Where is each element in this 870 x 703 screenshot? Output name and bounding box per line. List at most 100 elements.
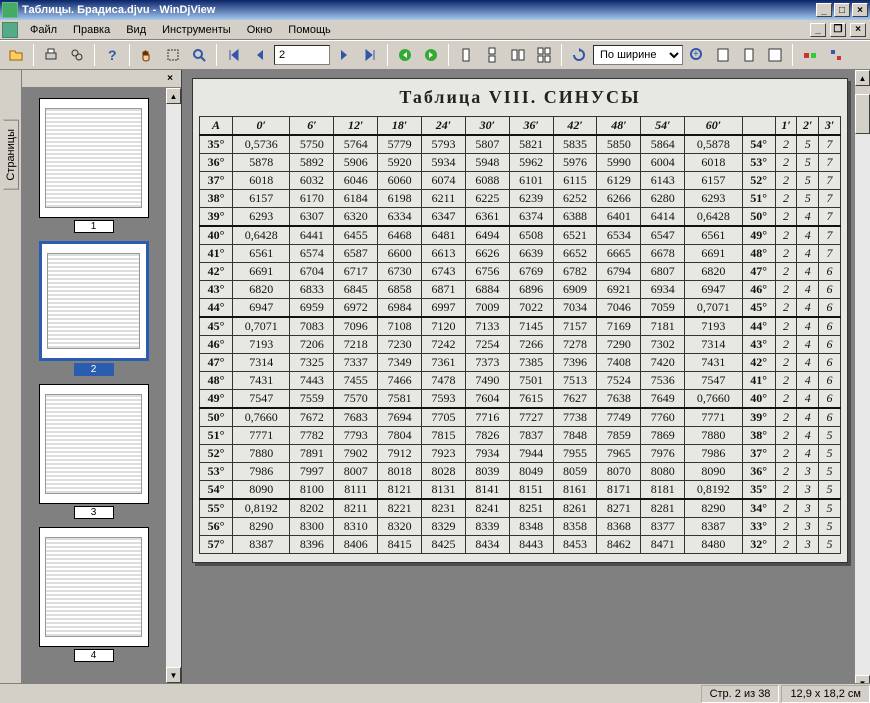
mdi-minimize-button[interactable]: _	[810, 23, 826, 37]
maximize-button[interactable]: □	[834, 3, 850, 17]
table-header: 12′	[334, 117, 378, 136]
document-scrollbar[interactable]: ▲ ▼	[854, 70, 870, 683]
close-button[interactable]: ×	[852, 3, 868, 17]
actual-size-icon[interactable]	[763, 43, 787, 67]
rotate-icon[interactable]	[567, 43, 591, 67]
print-icon[interactable]	[39, 43, 63, 67]
nav-forward-icon[interactable]	[419, 43, 443, 67]
table-header: 60′	[685, 117, 742, 136]
scroll-up-icon[interactable]: ▲	[166, 88, 181, 104]
table-row: 57°8387839684068415842584348443845384628…	[200, 536, 841, 554]
thumbnail-list: 1234	[22, 88, 165, 683]
zoom-in-icon[interactable]: +	[685, 43, 709, 67]
mdi-restore-button[interactable]: ❐	[830, 23, 846, 37]
fit-width-icon[interactable]	[711, 43, 735, 67]
table-row: 51°7771778277937804781578267837784878597…	[200, 427, 841, 445]
table-header: 24′	[422, 117, 466, 136]
thumbnail-header: ×	[22, 70, 181, 88]
table-row: 41°6561657465876600661366266639665266656…	[200, 245, 841, 263]
status-bar: Стр. 2 из 38 12,9 x 18,2 см	[0, 683, 870, 703]
status-page: Стр. 2 из 38	[701, 685, 780, 703]
page-title: Таблица VIII. СИНУСЫ	[199, 87, 841, 108]
export-icon[interactable]	[798, 43, 822, 67]
app-icon	[2, 2, 18, 18]
menu-help[interactable]: Помощь	[280, 22, 339, 38]
zoom-select[interactable]: По ширине	[593, 45, 683, 65]
table-row: 48°7431744374557466747874907501751375247…	[200, 372, 841, 390]
thumbnail-label: 4	[74, 649, 114, 662]
thumbnail-label: 2	[74, 363, 114, 376]
next-page-icon[interactable]	[332, 43, 356, 67]
toolbar: ? По ширине +	[0, 40, 870, 70]
thumbnail-label: 3	[74, 506, 114, 519]
table-row: 50°0,76607672768376947705771677277738774…	[200, 408, 841, 427]
thumbnail-page-1[interactable]	[39, 98, 149, 218]
scroll-down-icon[interactable]: ▼	[166, 667, 181, 683]
doc-icon	[2, 22, 18, 38]
table-row: 44°6947695969726984699770097022703470467…	[200, 299, 841, 318]
table-header: 18′	[378, 117, 422, 136]
table-header: 48′	[597, 117, 641, 136]
table-header: 30′	[465, 117, 509, 136]
table-row: 47°7314732573377349736173737385739674087…	[200, 354, 841, 372]
continuous-icon[interactable]	[480, 43, 504, 67]
nav-back-icon[interactable]	[393, 43, 417, 67]
thumbnail-panel: × 1234 ▲ ▼	[22, 70, 182, 683]
page-number-input[interactable]	[274, 45, 330, 65]
continuous-facing-icon[interactable]	[532, 43, 556, 67]
table-header: 3′	[819, 117, 841, 136]
help-icon[interactable]: ?	[100, 43, 124, 67]
table-row: 42°6691670467176730674367566769678267946…	[200, 263, 841, 281]
first-page-icon[interactable]	[222, 43, 246, 67]
table-header: 6′	[290, 117, 334, 136]
prev-page-icon[interactable]	[248, 43, 272, 67]
menu-edit[interactable]: Правка	[65, 22, 118, 38]
find-icon[interactable]	[65, 43, 89, 67]
open-icon[interactable]	[4, 43, 28, 67]
thumbnail-page-4[interactable]	[39, 527, 149, 647]
scroll-up-icon[interactable]: ▲	[855, 70, 870, 86]
table-row: 46°7193720672187230724272547266727872907…	[200, 336, 841, 354]
sidebar-tab-strip: Страницы	[0, 70, 22, 683]
hand-icon[interactable]	[135, 43, 159, 67]
table-row: 43°6820683368456858687168846896690969216…	[200, 281, 841, 299]
menu-bar: Файл Правка Вид Инструменты Окно Помощь …	[0, 20, 870, 40]
window-title: Таблицы. Брадиса.djvu - WinDjView	[22, 4, 814, 16]
menu-file[interactable]: Файл	[22, 22, 65, 38]
facing-icon[interactable]	[506, 43, 530, 67]
fit-page-icon[interactable]	[737, 43, 761, 67]
scroll-thumb[interactable]	[855, 94, 870, 134]
svg-text:?: ?	[108, 47, 117, 63]
last-page-icon[interactable]	[358, 43, 382, 67]
menu-window[interactable]: Окно	[239, 22, 281, 38]
menu-view[interactable]: Вид	[118, 22, 154, 38]
svg-text:+: +	[693, 49, 699, 60]
mdi-close-button[interactable]: ×	[850, 23, 866, 37]
scroll-down-icon[interactable]: ▼	[855, 675, 870, 683]
table-row: 38°6157617061846198621162256239625262666…	[200, 190, 841, 208]
magnifier-icon[interactable]	[187, 43, 211, 67]
table-header	[742, 117, 775, 136]
main-area: Страницы × 1234 ▲ ▼ Таблица VIII. СИНУСЫ…	[0, 70, 870, 683]
minimize-button[interactable]: _	[816, 3, 832, 17]
sidebar-tab-pages[interactable]: Страницы	[3, 120, 19, 190]
table-row: 56°8290830083108320832983398348835883688…	[200, 518, 841, 536]
table-row: 37°6018603260466060607460886101611561296…	[200, 172, 841, 190]
table-header: A	[200, 117, 233, 136]
table-header: 0′	[232, 117, 289, 136]
document-viewport[interactable]: Таблица VIII. СИНУСЫ A0′6′12′18′24′30′36…	[182, 70, 870, 683]
document-page: Таблица VIII. СИНУСЫ A0′6′12′18′24′30′36…	[192, 78, 848, 563]
menu-tools[interactable]: Инструменты	[154, 22, 239, 38]
table-header: 42′	[553, 117, 597, 136]
status-size: 12,9 x 18,2 см	[781, 685, 870, 703]
thumbnail-scrollbar[interactable]: ▲ ▼	[165, 88, 181, 683]
single-page-icon[interactable]	[454, 43, 478, 67]
thumbnail-close-icon[interactable]: ×	[163, 72, 177, 86]
select-rect-icon[interactable]	[161, 43, 185, 67]
settings-icon[interactable]	[824, 43, 848, 67]
table-row: 53°7986799780078018802880398049805980708…	[200, 463, 841, 481]
table-row: 39°6293630763206334634763616374638864016…	[200, 208, 841, 227]
thumbnail-page-3[interactable]	[39, 384, 149, 504]
table-header: 54′	[641, 117, 685, 136]
thumbnail-page-2[interactable]	[39, 241, 149, 361]
